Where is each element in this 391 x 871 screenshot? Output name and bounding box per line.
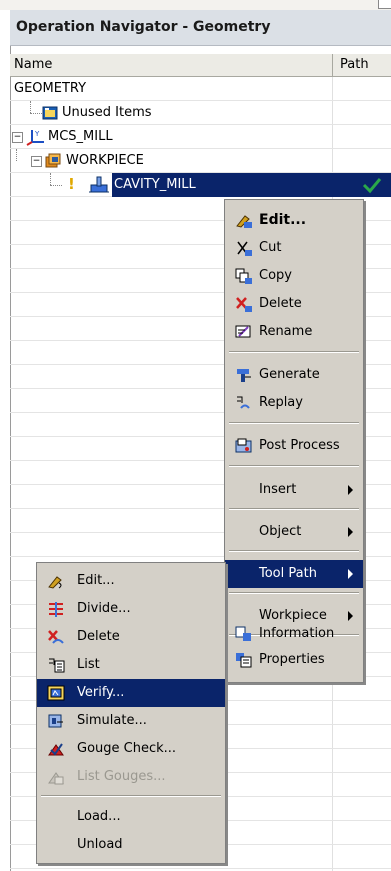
submenu-arrow-icon xyxy=(348,485,353,495)
submenu-arrow-icon xyxy=(348,527,353,537)
gouge-check-icon xyxy=(48,743,64,756)
tree-label-mcs: MCS_MILL xyxy=(48,129,113,144)
tree-row-mcs-mill[interactable]: − Y MCS_MILL xyxy=(10,125,391,149)
tree-label-unused: Unused Items xyxy=(62,105,152,120)
menu-item-copy[interactable]: Copy xyxy=(225,262,363,290)
warning-status-icon: ! xyxy=(68,175,75,193)
information-icon xyxy=(235,626,251,641)
submenu-arrow-icon xyxy=(348,569,353,579)
submenu-item-gouge-check[interactable]: Gouge Check... xyxy=(37,735,225,763)
menu-item-insert[interactable]: Insert xyxy=(225,476,363,504)
simulate-icon xyxy=(48,714,63,728)
tree-connector xyxy=(50,173,51,185)
column-path-header[interactable]: Path xyxy=(340,57,369,72)
menu-separator xyxy=(41,795,221,797)
mcs-axes-icon: Y xyxy=(26,130,44,146)
tree-connector xyxy=(30,113,42,114)
submenu-item-list-gouges: List Gouges... xyxy=(37,763,225,791)
collapse-toggle[interactable]: − xyxy=(12,132,23,143)
menu-separator xyxy=(229,508,359,510)
menu-item-post-process[interactable]: Post Process xyxy=(225,432,363,460)
tree-connector xyxy=(16,149,17,161)
column-separator[interactable] xyxy=(332,54,333,76)
collapse-toggle[interactable]: − xyxy=(31,156,42,167)
menu-item-tool-path[interactable]: Tool Path xyxy=(225,560,363,588)
window-title: Operation Navigator - Geometry xyxy=(16,19,271,35)
list-gouges-icon xyxy=(48,772,64,785)
post-process-icon xyxy=(235,438,252,453)
context-menu: Edit... Cut Copy Delete Rename Generate … xyxy=(224,199,364,683)
checkmark-icon xyxy=(362,178,382,194)
menu-item-generate[interactable]: Generate xyxy=(225,361,363,389)
column-name-header[interactable]: Name xyxy=(14,57,52,72)
menu-item-information[interactable]: Information xyxy=(225,622,363,648)
tree-row-geometry[interactable]: GEOMETRY xyxy=(10,77,391,101)
submenu-item-load[interactable]: Load... xyxy=(37,803,225,831)
menu-separator xyxy=(229,592,359,594)
divide-icon xyxy=(49,602,63,617)
menu-item-properties[interactable]: Properties xyxy=(225,648,363,674)
submenu-item-edit[interactable]: Edit... xyxy=(37,567,225,595)
menu-separator xyxy=(229,351,359,353)
menu-separator xyxy=(229,422,359,424)
navigator-titlebar: Operation Navigator - Geometry xyxy=(10,10,391,46)
submenu-item-delete[interactable]: Delete xyxy=(37,623,225,651)
menu-item-cut[interactable]: Cut xyxy=(225,234,363,262)
tree-connector xyxy=(50,185,62,186)
list-icon xyxy=(49,658,65,673)
cut-icon xyxy=(237,241,252,256)
menu-item-edit[interactable]: Edit... xyxy=(225,206,363,234)
submenu-item-simulate[interactable]: Simulate... xyxy=(37,707,225,735)
toolpath-delete-icon xyxy=(48,630,64,644)
submenu-arrow-icon xyxy=(348,611,353,621)
verify-icon xyxy=(47,685,65,701)
column-header: Name Path xyxy=(10,54,391,77)
edit-icon xyxy=(236,215,252,228)
svg-text:Y: Y xyxy=(34,130,40,138)
tree-label-cavity-mill: CAVITY_MILL xyxy=(114,177,196,192)
tree-label-workpiece: WORKPIECE xyxy=(66,153,144,168)
submenu-item-list[interactable]: List xyxy=(37,651,225,679)
menu-separator xyxy=(229,550,359,552)
workpiece-icon xyxy=(45,153,61,168)
tree-row-workpiece[interactable]: − WORKPIECE xyxy=(10,149,391,173)
tree-connector xyxy=(30,101,31,113)
corner-control xyxy=(378,0,391,9)
properties-icon xyxy=(236,653,252,668)
toolpath-edit-icon xyxy=(48,576,62,589)
menu-item-delete[interactable]: Delete xyxy=(225,290,363,318)
toolpath-submenu: Edit... Divide... Delete List Verify... … xyxy=(36,562,226,864)
generate-icon xyxy=(237,369,251,382)
delete-icon xyxy=(236,297,252,312)
replay-icon xyxy=(237,396,250,409)
rename-icon xyxy=(235,325,251,338)
submenu-item-unload[interactable]: Unload xyxy=(37,831,225,859)
submenu-item-divide[interactable]: Divide... xyxy=(37,595,225,623)
menu-item-replay[interactable]: Replay xyxy=(225,389,363,417)
tree-row-unused[interactable]: Unused Items xyxy=(10,101,391,125)
top-strip xyxy=(0,0,391,10)
tree-label-geometry: GEOMETRY xyxy=(14,81,87,96)
menu-separator xyxy=(229,465,359,467)
submenu-item-verify[interactable]: Verify... xyxy=(37,679,225,707)
tree-row-cavity-mill[interactable]: ! CAVITY_MILL xyxy=(10,173,391,197)
cavity-mill-icon xyxy=(89,176,109,193)
menu-item-rename[interactable]: Rename xyxy=(225,318,363,346)
copy-icon xyxy=(235,268,252,284)
menu-item-object[interactable]: Object xyxy=(225,518,363,546)
unused-items-icon xyxy=(42,106,58,120)
